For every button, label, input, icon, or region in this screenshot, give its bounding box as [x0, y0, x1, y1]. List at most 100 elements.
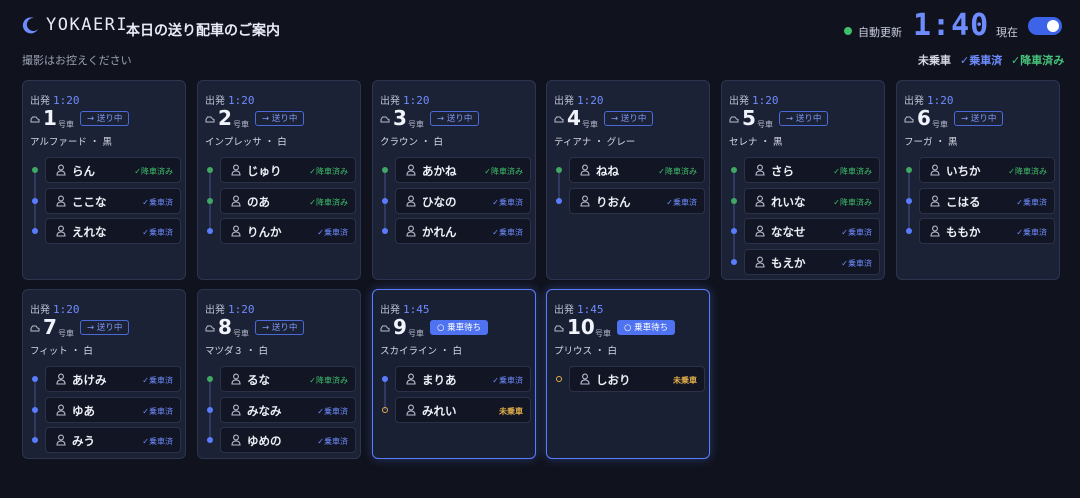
clock: 1:40	[913, 8, 990, 43]
passenger-row[interactable]: あけみ ✓乗車済	[32, 366, 181, 392]
passenger-name: かれん	[422, 225, 457, 239]
car-icon	[205, 325, 215, 332]
passenger-row[interactable]: まりあ ✓乗車済	[382, 366, 531, 392]
route-dot	[556, 197, 562, 204]
passenger-name: ひなの	[422, 194, 457, 209]
passenger-status: ✓乗車済	[142, 406, 173, 416]
passenger-row[interactable]: みう ✓乗車済	[32, 427, 181, 453]
passenger-row[interactable]: みなみ ✓乗車済	[207, 396, 356, 423]
passenger-row[interactable]: さら ✓降車済み	[731, 157, 880, 183]
car-unit-label: 号車	[595, 329, 611, 338]
passenger-row[interactable]: ゆめの ✓乗車済	[207, 427, 356, 453]
departure: 出発 1:20	[205, 301, 255, 316]
person-icon	[56, 404, 66, 416]
departure: 出発 1:45	[554, 301, 604, 316]
passenger-status: ✓降車済み	[309, 197, 348, 207]
now-label: 現在	[996, 26, 1018, 39]
passenger-row[interactable]: かれん ✓乗車済	[382, 218, 531, 244]
person-icon	[231, 195, 241, 207]
car-model: インプレッサ ・ 白	[205, 137, 287, 148]
passenger-name: のあ	[247, 194, 270, 209]
passenger-status: ✓乗車済	[666, 197, 697, 207]
car-icon	[380, 325, 390, 332]
departure-time: 1:20	[403, 94, 430, 107]
passenger-row[interactable]: るな ✓降車済み	[207, 366, 356, 392]
route-dot	[207, 406, 213, 413]
auto-update-toggle[interactable]	[1028, 17, 1062, 35]
passenger-row[interactable]: もえか ✓乗車済	[731, 248, 880, 275]
car-card[interactable]: 出発 1:20 6 号車 → 送り中 フーガ ・ 黒いちか ✓降車済み こはる ✓乗車済 ももか ✓…	[896, 80, 1060, 280]
passenger-row[interactable]: れいな ✓降車済み	[731, 187, 880, 214]
car-number: 3	[393, 106, 407, 130]
car-card[interactable]: 出発 1:20 4 号車 → 送り中 ティアナ ・ グレー ねね ✓降車済み りおん ✓乗車済	[546, 80, 710, 280]
person-icon	[231, 404, 241, 416]
passenger-row[interactable]: ゆあ ✓乗車済	[32, 396, 181, 423]
car-model: クラウン ・ 白	[380, 137, 444, 148]
car-card[interactable]: 出発 1:20 7 号車 → 送り中 フィット ・ 白あけみ ✓乗車済 ゆあ ✓乗車済 みう ✓乗車…	[22, 289, 186, 459]
passenger-row[interactable]: みれい 未乗車	[382, 396, 531, 423]
passenger-row[interactable]: えれな ✓乗車済	[32, 218, 181, 244]
route-dot	[906, 197, 912, 204]
car-model: ティアナ ・ グレー	[554, 137, 636, 148]
route-dot	[382, 167, 388, 173]
passenger-row[interactable]: ねね ✓降車済み	[556, 157, 705, 183]
car-model: プリウス ・ 白	[554, 346, 618, 357]
passenger-status: ✓乗車済	[1016, 228, 1047, 237]
person-icon	[231, 434, 241, 446]
route-dot	[32, 406, 38, 413]
passenger-name: あけみ	[72, 373, 107, 387]
car-icon	[554, 325, 564, 332]
passenger-row[interactable]: りおん ✓乗車済	[556, 187, 705, 214]
passenger-name: ゆめの	[247, 434, 282, 448]
passenger-row[interactable]: しおり 未乗車	[556, 366, 705, 392]
car-status-badge: → 送り中	[430, 111, 480, 126]
person-icon	[406, 195, 416, 207]
passenger-row[interactable]: ひなの ✓乗車済	[382, 187, 531, 214]
passenger-status: ✓乗車済	[317, 228, 348, 237]
car-card[interactable]: 出発 1:20 2 号車 → 送り中 インプレッサ ・ 白じゅり ✓降車済み のあ ✓降車済みり…	[197, 80, 361, 280]
car-status-badge: → 送り中	[255, 111, 305, 126]
passenger-name: まりあ	[422, 373, 457, 387]
legend-alighted: ✓降車済み	[1011, 54, 1065, 67]
person-icon	[580, 164, 590, 176]
car-card[interactable]: 出発 1:45 10 号車 ○ 乗車待ちプリウス ・ 白しおり 未乗車	[546, 289, 710, 459]
passenger-name: りおん	[596, 194, 631, 209]
passenger-status: ✓乗車済	[841, 228, 872, 237]
car-card[interactable]: 出発 1:20 3 号車 → 送り中 クラウン ・ 白あかね ✓降車済み ひなの ✓乗車済 かれん…	[372, 80, 536, 280]
car-status-badge: → 送り中	[954, 111, 1004, 126]
person-icon	[406, 225, 416, 237]
passenger-name: らん	[72, 164, 95, 178]
departure-time: 1:20	[228, 303, 255, 316]
passenger-row[interactable]: りんか ✓乗車済	[207, 218, 356, 244]
passenger-row[interactable]: こはる ✓乗車済	[906, 187, 1055, 214]
car-card[interactable]: 出発 1:45 9 号車 ○ 乗車待ち スカイライン ・ 白まりあ ✓乗車済 みれい 未乗車	[372, 289, 536, 459]
passenger-status: 未乗車	[499, 406, 523, 416]
car-status-badge: → 送り中	[779, 111, 829, 126]
passenger-row[interactable]: のあ ✓降車済み	[207, 187, 356, 214]
passenger-row[interactable]: ここな ✓乗車済	[32, 187, 181, 214]
passenger-row[interactable]: あかね ✓降車済み	[382, 157, 531, 183]
passenger-row[interactable]: いちか ✓降車済み	[906, 157, 1055, 183]
passenger-row[interactable]: ななせ ✓乗車済	[731, 218, 880, 244]
car-status-badge: ○ 乗車待ち	[617, 320, 676, 335]
passenger-status: ✓降車済み	[658, 167, 697, 176]
departure-time: 1:20	[927, 94, 954, 107]
car-card[interactable]: 出発 1:20 1 号車 → 送り中 アルファード ・ 黒らん ✓降車済み ここな ✓乗車済 えれ…	[22, 80, 186, 280]
passenger-row[interactable]: ももか ✓乗車済	[906, 218, 1055, 244]
route-dot	[207, 197, 213, 204]
car-card[interactable]: 出発 1:20 8 号車 → 送り中 マツダ３ ・ 白るな ✓降車済み みなみ ✓乗車済 ゆめの ✓…	[197, 289, 361, 459]
route-dot	[207, 437, 213, 443]
passenger-status: ✓降車済み	[484, 167, 523, 176]
car-unit-label: 号車	[233, 120, 249, 129]
car-model: フィット ・ 白	[30, 346, 93, 357]
passenger-row[interactable]: じゅり ✓降車済み	[207, 157, 356, 183]
route-dot	[382, 228, 388, 234]
car-card[interactable]: 出発 1:20 5 号車 → 送り中 セレナ ・ 黒さら ✓降車済み れいな ✓降車済み ななせ ✓…	[721, 80, 885, 280]
car-number: 6	[917, 106, 931, 130]
departure: 出発 1:20	[729, 92, 779, 107]
route-dot	[906, 228, 912, 234]
passenger-row[interactable]: らん ✓降車済み	[32, 157, 181, 183]
person-icon	[231, 164, 241, 176]
car-number: 10	[567, 315, 595, 339]
route-dot	[382, 376, 388, 382]
